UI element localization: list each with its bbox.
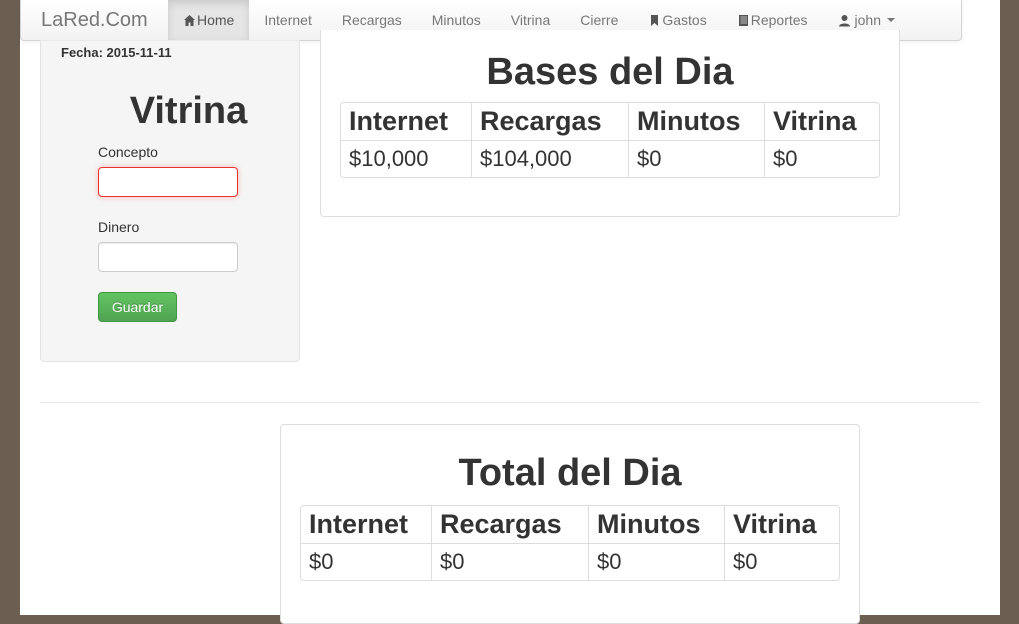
totales-panel: Total del Dia Internet Recargas Minutos … [280,424,860,624]
table-header-row: Internet Recargas Minutos Vitrina [301,506,839,543]
book-icon [737,14,750,27]
value-vitrina: $0 [764,140,879,177]
fecha-line: Fecha: 2015-11-11 [61,45,172,60]
header-internet: Internet [349,106,449,136]
value-recargas: $0 [431,543,588,580]
save-button[interactable]: Guardar [98,292,177,322]
totales-title: Total del Dia [458,452,682,494]
dinero-input[interactable] [98,242,238,272]
bases-panel: Bases del Dia Internet Recargas Minutos … [320,30,900,217]
value-recargas: $104,000 [471,140,628,177]
header-recargas: Recargas [431,506,588,543]
user-icon [838,14,851,27]
header-internet: Internet [309,509,409,539]
header-recargas: Recargas [471,103,628,140]
value-vitrina: $0 [724,543,839,580]
table-row: $10,000 $104,000 $0 $0 [341,140,879,177]
table-row: $0 $0 $0 $0 [301,543,839,580]
concepto-label: Concepto [98,144,158,160]
concepto-input[interactable] [98,167,238,197]
header-vitrina: Vitrina [764,103,879,140]
dinero-label: Dinero [98,219,140,235]
header-minutos: Minutos [588,506,724,543]
nav-gastos-label: Gastos [662,12,707,28]
table-header-row: Internet Recargas Minutos Vitrina [341,103,879,140]
bases-title: Bases del Dia [486,51,734,93]
value-internet: $0 [301,543,431,580]
user-name: john [854,12,881,28]
totales-table: Internet Recargas Minutos Vitrina $0 $0 … [300,505,840,581]
value-minutos: $0 [588,543,724,580]
bookmark-icon [648,14,661,27]
bases-table: Internet Recargas Minutos Vitrina $10,00… [340,102,880,178]
nav-internet[interactable]: Internet [249,0,326,40]
fecha-value: 2015-11-11 [106,45,172,60]
nav-home[interactable]: Home [168,0,250,40]
nav-reportes-label: Reportes [750,12,808,28]
nav-home-label: Home [197,12,235,28]
value-internet: $10,000 [341,140,471,177]
brand-link[interactable]: LaRed.Com [21,0,168,40]
vitrina-form-panel: Fecha: 2015-11-11 Vitrina Concepto Diner… [40,40,300,362]
divider [40,402,980,403]
home-icon [183,14,196,27]
fecha-label: Fecha: [61,45,103,60]
form-title: Vitrina [129,90,248,132]
header-vitrina: Vitrina [724,506,839,543]
chevron-down-icon [887,18,895,22]
header-minutos: Minutos [628,103,764,140]
value-minutos: $0 [628,140,764,177]
